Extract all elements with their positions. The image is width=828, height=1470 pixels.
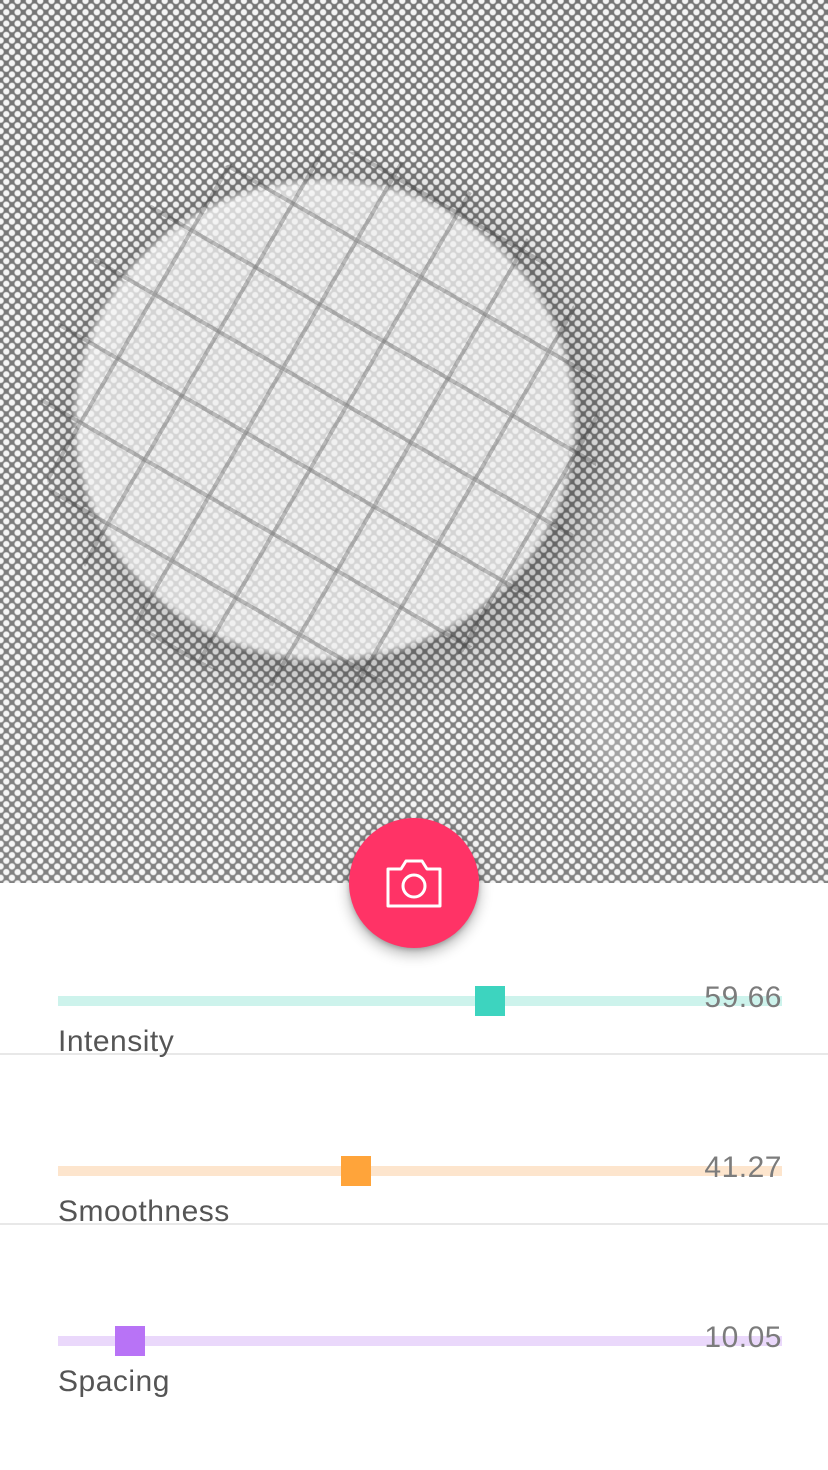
spacing-control: 10.05 Spacing <box>0 1223 828 1398</box>
smoothness-slider[interactable] <box>58 1156 782 1186</box>
intensity-value: 59.66 <box>704 981 782 1014</box>
preview-subject <box>40 150 600 690</box>
spacing-slider-thumb[interactable] <box>115 1326 146 1356</box>
smoothness-value: 41.27 <box>704 1151 782 1184</box>
capture-button[interactable] <box>349 818 479 948</box>
halftone-preview <box>0 0 828 883</box>
smoothness-slider-thumb[interactable] <box>341 1156 372 1186</box>
camera-icon <box>386 859 442 908</box>
intensity-slider[interactable] <box>58 986 782 1016</box>
smoothness-control: 41.27 Smoothness <box>0 1053 828 1228</box>
controls-panel: 59.66 Intensity 41.27 Smoothness 10.05 S… <box>0 883 828 1470</box>
spacing-label: Spacing <box>58 1365 170 1398</box>
spacing-slider[interactable] <box>58 1326 782 1356</box>
spacing-value: 10.05 <box>704 1321 782 1354</box>
spacing-slider-track[interactable] <box>58 1336 782 1346</box>
intensity-slider-track[interactable] <box>58 996 782 1006</box>
intensity-slider-thumb[interactable] <box>474 986 505 1016</box>
halftone-camera-app: 59.66 Intensity 41.27 Smoothness 10.05 S… <box>0 0 828 1470</box>
smoothness-slider-track[interactable] <box>58 1166 782 1176</box>
